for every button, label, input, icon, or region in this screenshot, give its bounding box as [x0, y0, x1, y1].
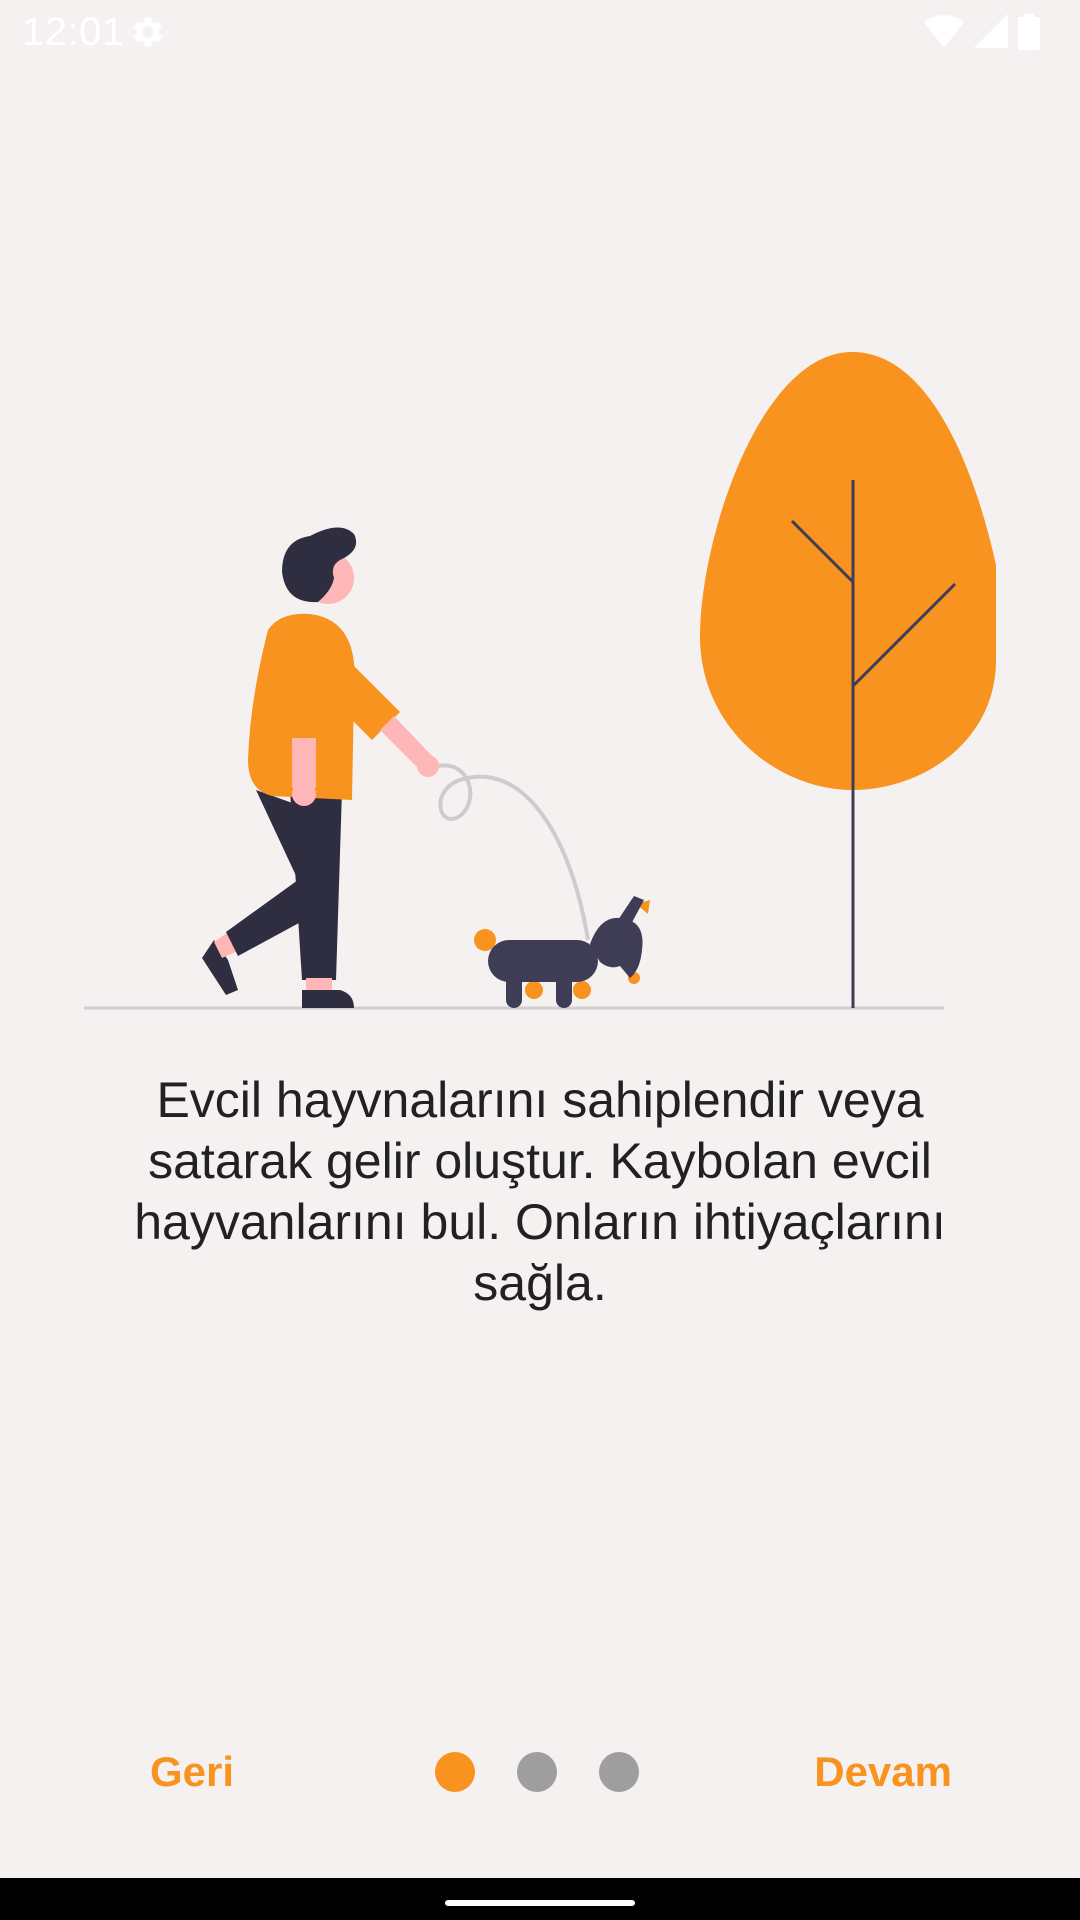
- person-figure: [202, 527, 439, 1008]
- person-walking-dog-illustration: [84, 352, 996, 1010]
- dog-figure: [474, 896, 650, 1008]
- page-indicator: [435, 1752, 639, 1792]
- onboarding-screen: 12:01 Evcil hayvnalarını sahiplendir vey…: [0, 0, 1080, 1920]
- back-button[interactable]: Geri: [150, 1740, 234, 1804]
- leash: [437, 763, 590, 941]
- page-indicator-dot-3[interactable]: [599, 1752, 639, 1792]
- tree-illustration: [700, 352, 996, 1008]
- next-button[interactable]: Devam: [814, 1740, 952, 1804]
- page-indicator-dot-1[interactable]: [435, 1752, 475, 1792]
- system-navigation-bar: [0, 1878, 1080, 1920]
- home-gesture-handle[interactable]: [445, 1900, 635, 1906]
- onboarding-description: Evcil hayvnalarını sahiplendir veya sata…: [134, 1072, 946, 1311]
- page-indicator-dot-2[interactable]: [517, 1752, 557, 1792]
